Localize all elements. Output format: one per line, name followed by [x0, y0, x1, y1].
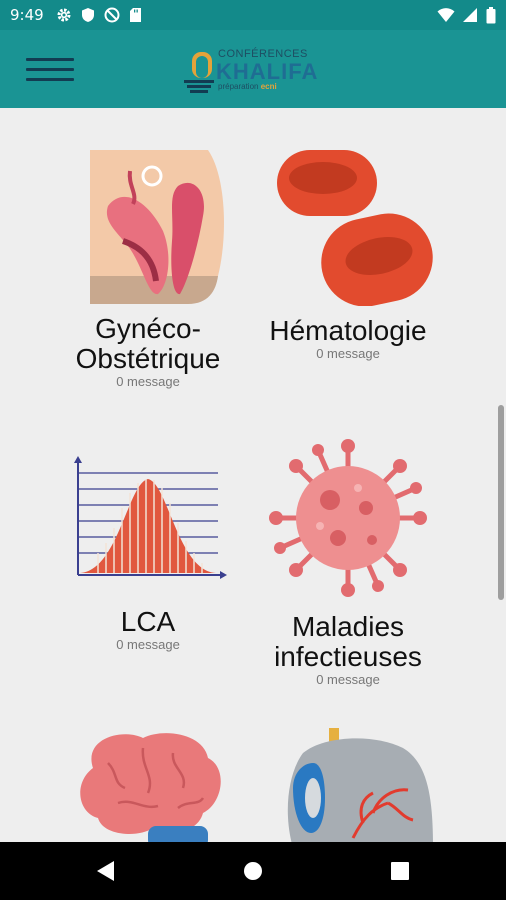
category-card-gyneco[interactable]: Gynéco- Obstétrique 0 message	[48, 146, 248, 389]
app-bar: CONFÉRENCES KHALIFA préparation ecni	[0, 30, 506, 108]
app-logo: CONFÉRENCES KHALIFA préparation ecni	[180, 42, 330, 98]
settings-icon	[57, 8, 71, 22]
category-message-count: 0 message	[316, 672, 380, 687]
nav-bar	[0, 842, 506, 900]
category-card-hematologie[interactable]: Hématologie 0 message	[248, 146, 448, 361]
category-grid: Gynéco- Obstétrique 0 message Hématologi…	[0, 108, 506, 842]
scrollbar[interactable]	[498, 405, 504, 600]
eye-anatomy-icon	[287, 728, 433, 842]
sd-card-icon	[129, 8, 141, 22]
category-title: Maladies infectieuses	[274, 611, 422, 672]
battery-icon	[486, 6, 496, 23]
back-icon[interactable]	[96, 860, 116, 882]
uterus-anatomy-icon	[90, 150, 224, 304]
recents-icon[interactable]	[390, 860, 410, 882]
logo-emblem-icon	[184, 52, 214, 93]
status-bar: 9:49	[0, 0, 506, 30]
red-blood-cells-icon	[277, 150, 433, 306]
category-message-count: 0 message	[316, 346, 380, 361]
status-icons-right	[437, 6, 496, 24]
hamburger-menu-icon[interactable]	[26, 58, 74, 82]
category-title: Hématologie	[269, 315, 427, 346]
category-title: Gynéco- Obstétrique	[75, 313, 221, 374]
status-icons-left	[56, 7, 142, 23]
category-card-ophtalmologie[interactable]	[248, 728, 448, 842]
brain-icon	[80, 733, 221, 842]
shield-icon	[81, 8, 94, 22]
bell-curve-chart-icon	[74, 456, 227, 579]
category-title: LCA	[120, 606, 176, 637]
status-time: 9:49	[10, 6, 44, 24]
wifi-icon	[437, 8, 455, 22]
category-message-count: 0 message	[116, 637, 180, 652]
category-card-neurologie[interactable]	[48, 728, 248, 842]
category-message-count: 0 message	[116, 374, 180, 389]
vpn-icon	[104, 7, 120, 23]
signal-icon	[463, 8, 477, 22]
logo-sub-text: préparation ecni	[218, 82, 277, 91]
virus-icon	[269, 439, 427, 597]
home-icon[interactable]	[243, 860, 263, 882]
category-card-lca[interactable]: LCA 0 message	[48, 453, 248, 652]
category-card-maladies-infectieuses[interactable]: Maladies infectieuses 0 message	[248, 438, 448, 687]
